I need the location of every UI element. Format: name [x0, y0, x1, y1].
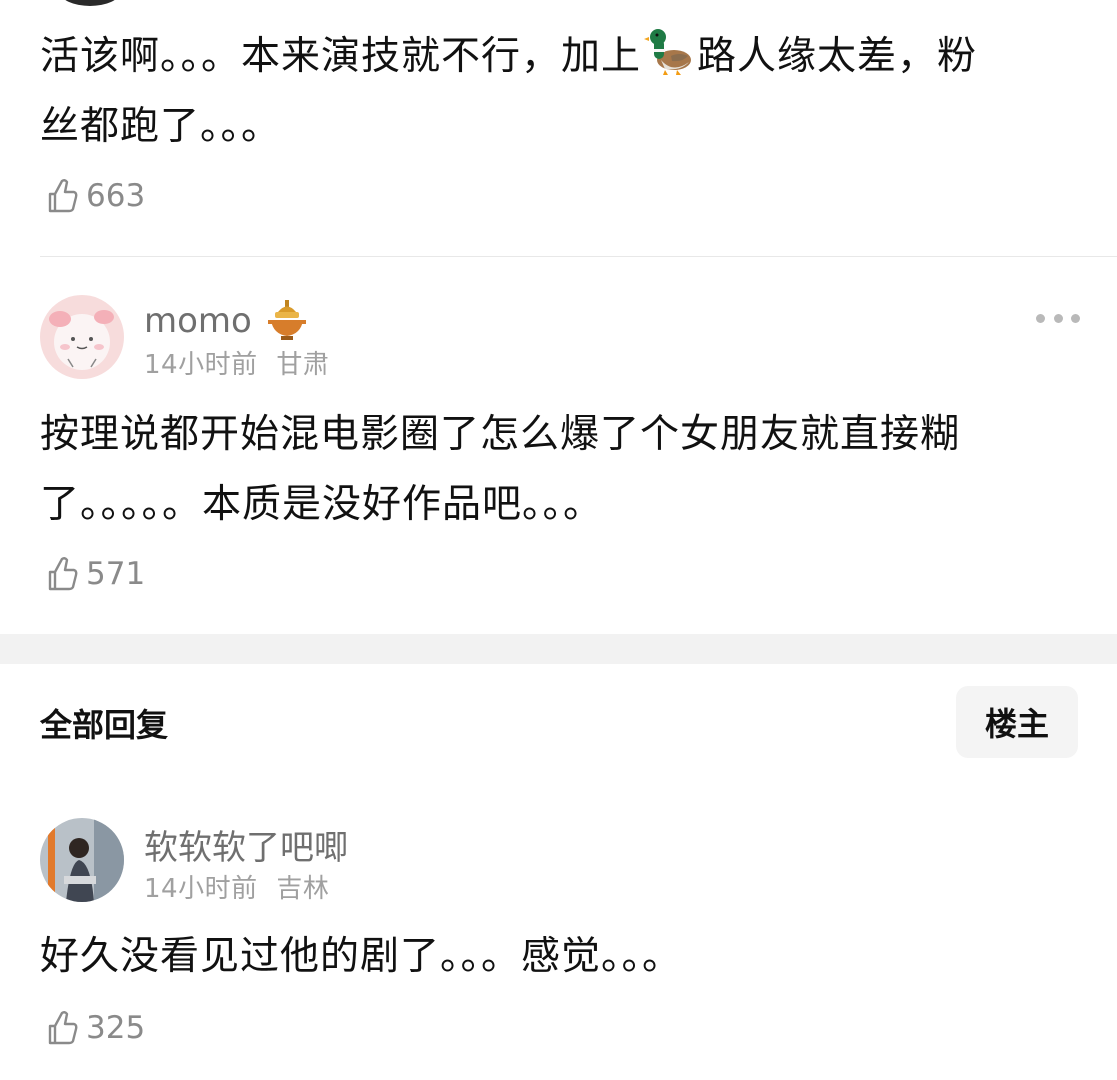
section-separator — [0, 634, 1117, 664]
photo-avatar-icon — [40, 818, 124, 902]
reply-meta: 14小时前 吉林 — [144, 868, 329, 905]
thumbs-up-icon — [48, 557, 78, 591]
user-avatar[interactable] — [40, 818, 124, 902]
username[interactable]: 软软软了吧唧 — [144, 820, 348, 869]
comment-divider — [40, 256, 1117, 257]
hotpot-badge-icon — [267, 300, 306, 340]
comment-meta: 14小时前 甘肃 — [144, 344, 329, 381]
like-button[interactable]: 663 — [42, 174, 145, 218]
reply-text: 好久没看见过他的剧了。。。感觉。。。 — [40, 934, 683, 979]
more-options-button[interactable] — [1036, 310, 1080, 326]
cartoon-avatar-icon — [40, 295, 124, 379]
comment-time: 14小时前 — [144, 350, 258, 380]
comment-text: 按理说都开始混电影圈了怎么爆了个女朋友就直接糊 了。。。。。本质是没好作品吧。。… — [40, 412, 961, 527]
duck-emoji-icon — [643, 25, 695, 77]
like-count: 325 — [86, 1010, 146, 1046]
like-count: 663 — [86, 178, 146, 214]
thumbs-up-icon — [48, 1011, 78, 1045]
like-count: 571 — [86, 556, 146, 592]
like-button[interactable]: 325 — [42, 1006, 145, 1050]
previous-avatar-sliver — [60, 0, 120, 6]
username[interactable]: momo — [144, 296, 311, 344]
user-avatar[interactable] — [40, 295, 124, 379]
comment-text: 活该啊。。。本来演技就不行，加上 路人缘太差，粉 丝都跑了。。。 — [40, 22, 977, 162]
reply-time: 14小时前 — [144, 874, 258, 904]
like-button[interactable]: 571 — [42, 552, 145, 596]
comment-location: 甘肃 — [276, 350, 330, 380]
op-filter-button[interactable]: 楼主 — [956, 686, 1078, 758]
all-replies-title: 全部回复 — [40, 706, 169, 744]
reply-location: 吉林 — [276, 874, 330, 904]
thumbs-up-icon — [48, 179, 78, 213]
